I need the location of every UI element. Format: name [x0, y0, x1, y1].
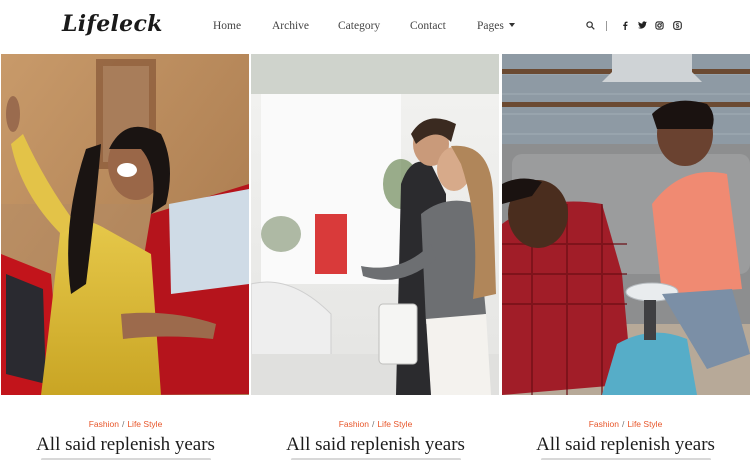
post-category-link[interactable]: Fashion	[339, 419, 369, 429]
post-meta-1: Fashion / Life Style	[1, 419, 250, 429]
site-logo[interactable]: Lifeleck	[62, 11, 163, 37]
facebook-icon[interactable]	[620, 20, 630, 30]
post-tag-link[interactable]: Life Style	[377, 419, 412, 429]
post-category-link[interactable]: Fashion	[89, 419, 119, 429]
post-meta-3: Fashion / Life Style	[501, 419, 750, 429]
nav-archive[interactable]: Archive	[272, 20, 309, 32]
woman-cheering-by-red-car-photo	[1, 54, 249, 395]
post-title-2[interactable]: All said replenish years	[251, 434, 500, 456]
nav-category[interactable]: Category	[338, 20, 380, 32]
search-icon[interactable]	[585, 20, 595, 30]
post-image-2[interactable]	[251, 54, 499, 395]
twitter-icon[interactable]	[637, 20, 647, 30]
post-meta-2: Fashion / Life Style	[251, 419, 500, 429]
post-image-1[interactable]	[1, 54, 249, 395]
post-title-1[interactable]: All said replenish years	[1, 434, 250, 456]
post-image-3[interactable]	[502, 54, 750, 395]
header-divider	[606, 21, 607, 31]
nav-contact[interactable]: Contact	[410, 20, 446, 32]
father-and-son-with-toy-car-photo	[502, 54, 750, 395]
meta-separator: /	[371, 419, 375, 429]
meta-separator: /	[121, 419, 125, 429]
instagram-icon[interactable]	[654, 20, 664, 30]
chevron-down-icon	[508, 23, 515, 27]
nav-home[interactable]: Home	[213, 20, 241, 32]
post-tag-link[interactable]: Life Style	[127, 419, 162, 429]
site-header: Lifeleck Home Archive Category Contact P…	[0, 0, 750, 54]
nav-pages-label: Pages	[477, 20, 504, 32]
post-title-3[interactable]: All said replenish years	[501, 434, 750, 456]
meta-separator: /	[621, 419, 625, 429]
skype-icon[interactable]	[672, 20, 682, 30]
post-tag-link[interactable]: Life Style	[627, 419, 662, 429]
post-category-link[interactable]: Fashion	[589, 419, 619, 429]
couple-at-car-showroom-photo	[251, 54, 499, 395]
nav-pages[interactable]: Pages	[477, 20, 515, 32]
